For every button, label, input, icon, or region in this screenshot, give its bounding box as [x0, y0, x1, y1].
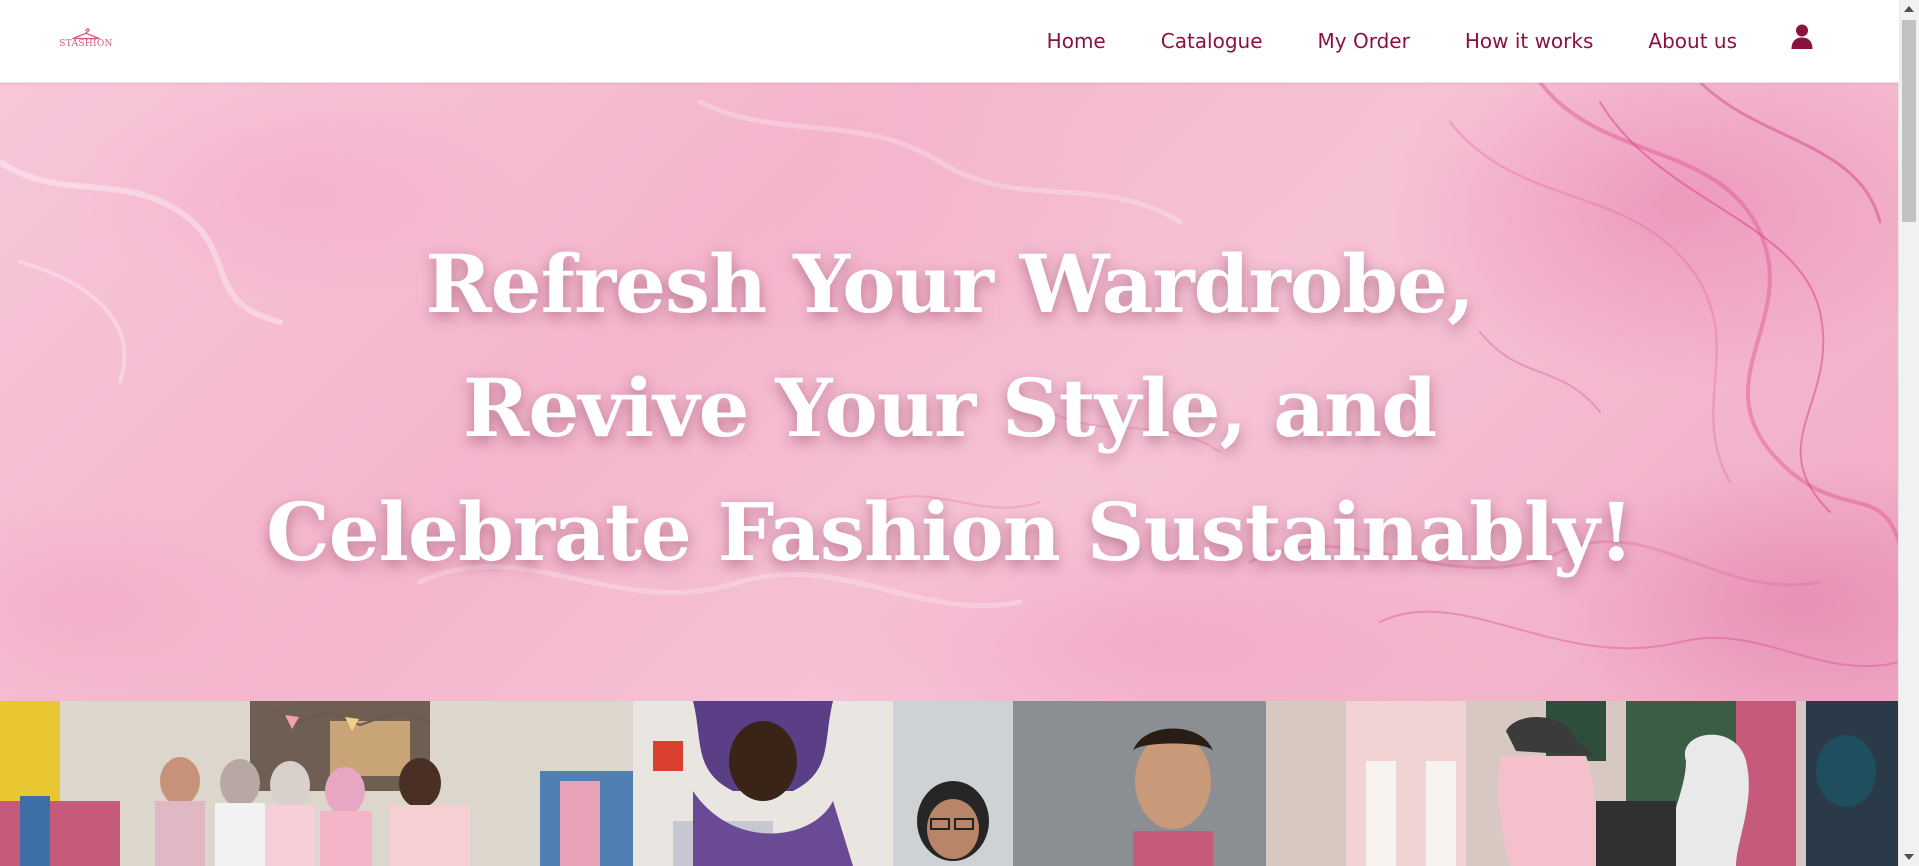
photo-strip [0, 701, 1899, 866]
hanger-icon [72, 28, 100, 40]
photo-2 [633, 701, 1266, 866]
nav-home[interactable]: Home [1047, 29, 1106, 53]
hero-heading-line-1: Refresh Your Wardrobe, [425, 237, 1475, 331]
hero-heading-line-2: Revive Your Style, and [462, 361, 1437, 455]
top-navbar: STASHION Home Catalogue My Order How it … [0, 0, 1899, 83]
main-nav: Home Catalogue My Order How it works Abo… [1047, 0, 1899, 82]
scroll-down-arrow-icon[interactable] [1904, 854, 1914, 860]
nav-my-order[interactable]: My Order [1318, 29, 1410, 53]
brand-logo[interactable]: STASHION [58, 22, 114, 58]
nav-about-us[interactable]: About us [1648, 29, 1737, 53]
scroll-thumb[interactable] [1902, 20, 1916, 222]
page-scrollbar[interactable] [1898, 0, 1919, 866]
brand-logo-text: STASHION [59, 39, 113, 49]
photo-1 [0, 701, 633, 866]
hero-banner: Refresh Your Wardrobe, Revive Your Style… [0, 82, 1899, 701]
hero-heading: Refresh Your Wardrobe, Revive Your Style… [0, 222, 1899, 594]
photo-3 [1266, 701, 1899, 866]
scroll-up-arrow-icon[interactable] [1904, 6, 1914, 12]
nav-catalogue[interactable]: Catalogue [1161, 29, 1263, 53]
nav-how-it-works[interactable]: How it works [1465, 29, 1594, 53]
hero-heading-line-3: Celebrate Fashion Sustainably! [266, 485, 1634, 579]
user-icon[interactable] [1791, 24, 1813, 50]
